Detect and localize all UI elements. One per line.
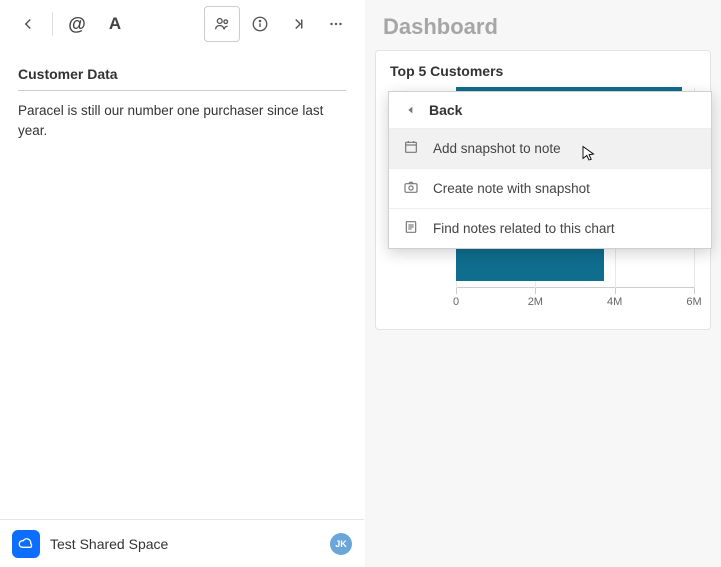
x-tick-label: 0 [453, 296, 459, 308]
chevron-right-bar-icon [289, 15, 307, 33]
note-toolbar: @ A [0, 0, 364, 48]
x-tick-label: 2M [528, 296, 543, 308]
context-menu: Back Add snapshot to note Create note wit… [388, 91, 712, 249]
text-icon: A [109, 14, 121, 34]
x-tick-label: 4M [607, 296, 622, 308]
menu-item-2[interactable]: Find notes related to this chart [389, 209, 711, 248]
at-icon: @ [68, 14, 86, 35]
more-icon [327, 15, 345, 33]
x-tick-label: 6M [686, 296, 701, 308]
note-body-text[interactable]: Paracel is still our number one purchase… [0, 101, 364, 142]
x-axis: 02M4M6M [456, 287, 694, 317]
back-button[interactable] [10, 6, 46, 42]
snapshot-add-icon [403, 139, 419, 158]
camera-icon [403, 179, 419, 198]
chart-bar-row [384, 247, 694, 281]
menu-item-label: Find notes related to this chart [433, 221, 615, 236]
dashboard-title: Dashboard [365, 0, 721, 50]
cursor-pointer-icon [580, 145, 598, 163]
menu-item-label: Add snapshot to note [433, 141, 561, 156]
menu-item-label: Create note with snapshot [433, 181, 590, 196]
more-button[interactable] [318, 6, 354, 42]
mention-button[interactable]: @ [59, 6, 95, 42]
space-icon[interactable] [12, 530, 40, 558]
note-list-icon [403, 219, 419, 238]
menu-item-1[interactable]: Create note with snapshot [389, 169, 711, 209]
chart-card: Top 5 Customers 02M4M6MParacel5.69MDeak.… [375, 50, 711, 330]
menu-back-label: Back [429, 102, 462, 118]
title-underline [18, 90, 346, 91]
space-name[interactable]: Test Shared Space [50, 536, 320, 552]
separator [52, 12, 53, 36]
menu-back[interactable]: Back [389, 92, 711, 129]
note-title: Customer Data [0, 48, 364, 90]
menu-item-0[interactable]: Add snapshot to note [389, 129, 711, 169]
cloud-icon [18, 536, 34, 552]
bar[interactable] [456, 247, 604, 281]
user-avatar[interactable]: JK [330, 533, 352, 555]
info-button[interactable] [242, 6, 278, 42]
text-format-button[interactable]: A [97, 6, 133, 42]
chart-title: Top 5 Customers [384, 63, 702, 87]
share-users-button[interactable] [204, 6, 240, 42]
footer-bar: Test Shared Space JK [0, 519, 364, 567]
info-icon [251, 15, 269, 33]
users-icon [213, 15, 231, 33]
triangle-left-icon [403, 102, 419, 118]
collapse-right-button[interactable] [280, 6, 316, 42]
